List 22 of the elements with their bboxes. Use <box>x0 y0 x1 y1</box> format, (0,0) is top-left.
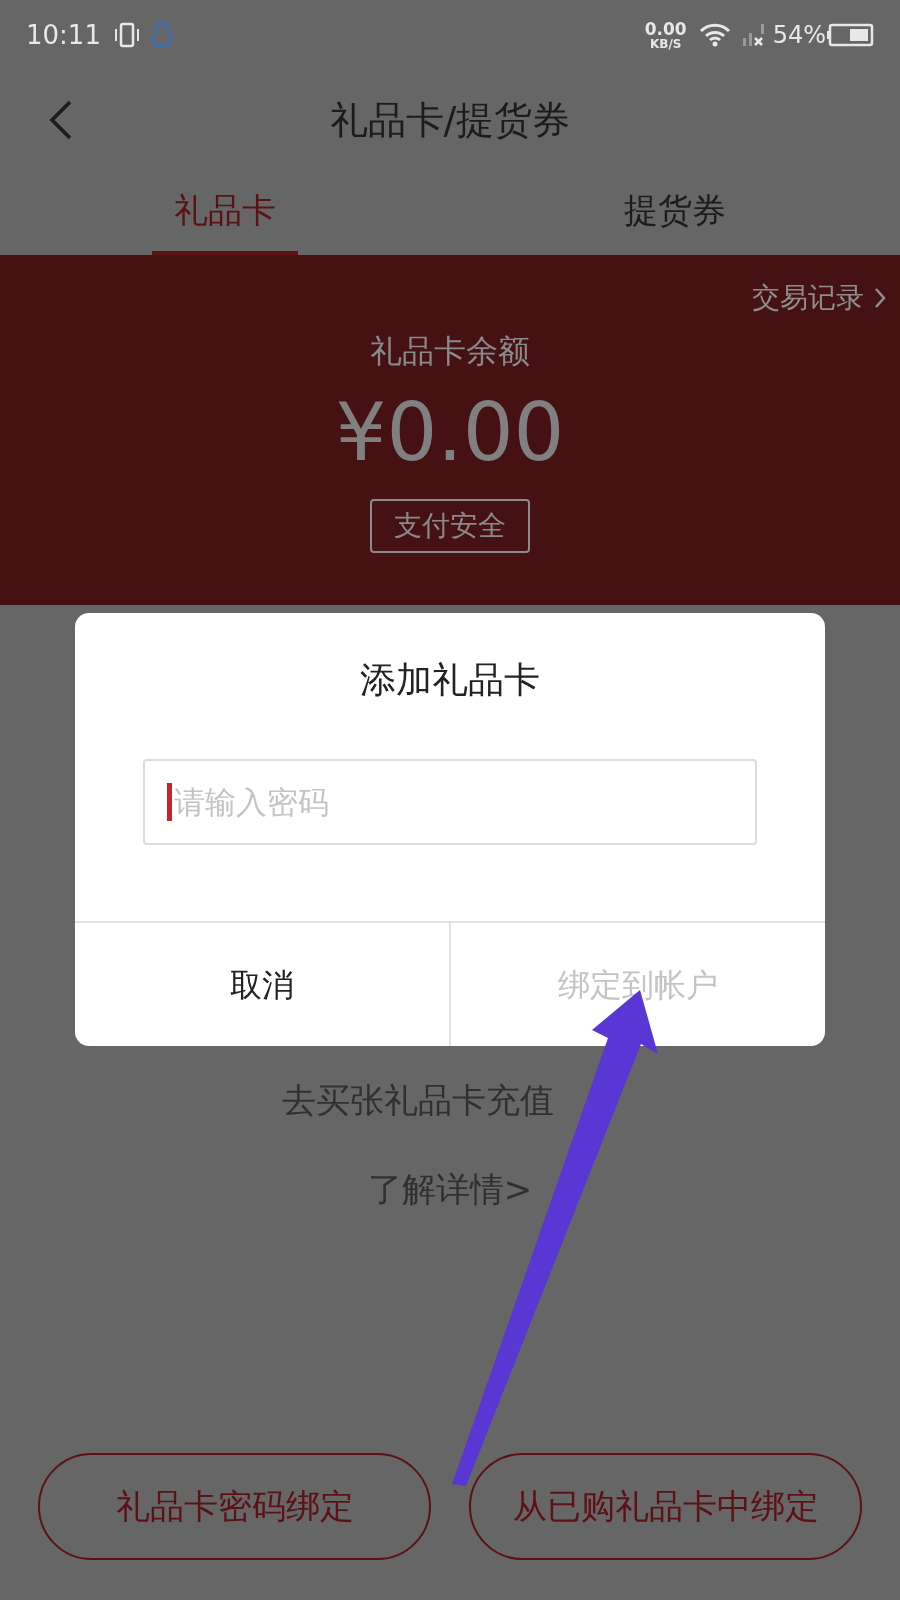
balance-label: 礼品卡余额 <box>370 331 530 372</box>
net-speed-unit: KB/S <box>649 37 682 50</box>
status-time: 10:11 <box>26 18 101 52</box>
dialog-title: 添加礼品卡 <box>360 658 540 702</box>
transaction-records-link[interactable]: 交易记录 <box>752 277 864 319</box>
page-title: 礼品卡/提货券 <box>329 96 571 144</box>
password-field[interactable]: 请输入密码 <box>143 759 757 845</box>
payment-security-button[interactable]: 支付安全 <box>370 499 530 553</box>
no-signal-icon <box>740 22 767 48</box>
net-speed: 0.00 <box>644 20 687 38</box>
bind-button[interactable]: 礼品卡密码绑定 <box>38 1453 431 1560</box>
penguin-icon <box>150 21 173 49</box>
dialog-button[interactable]: 取消 <box>75 923 449 1046</box>
battery-percent: 54% <box>772 20 826 51</box>
back-icon[interactable] <box>48 100 74 140</box>
balance-amount: ¥0.00 <box>335 393 565 473</box>
vibrate-icon <box>112 22 141 48</box>
wifi-icon <box>698 23 731 47</box>
chevron-right-icon <box>874 287 886 309</box>
battery-icon <box>826 23 874 47</box>
tab[interactable]: 提货券 <box>602 170 748 255</box>
text-cursor <box>167 783 172 821</box>
